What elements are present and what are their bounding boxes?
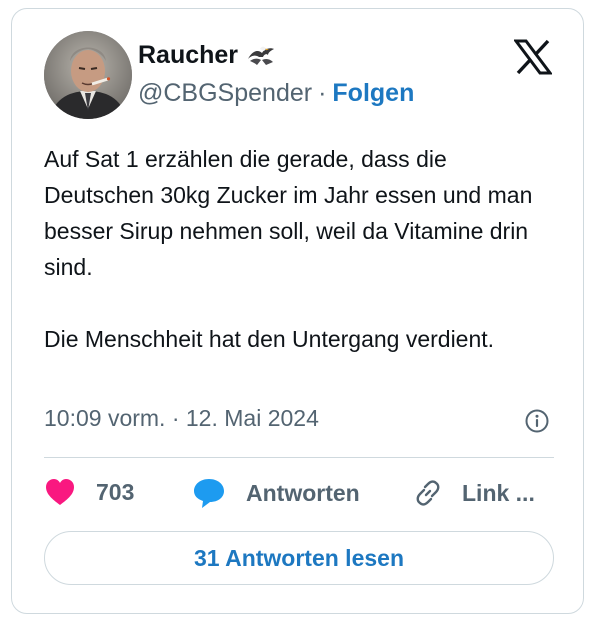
reply-bubble-icon bbox=[194, 479, 224, 508]
avatar-image bbox=[44, 31, 132, 119]
copy-link-button[interactable]: Link ... bbox=[412, 477, 535, 509]
like-button[interactable]: 703 bbox=[44, 477, 134, 507]
link-label: Link ... bbox=[462, 479, 535, 506]
read-replies-button[interactable]: 31 Antworten lesen bbox=[44, 531, 554, 585]
reply-button[interactable]: Antworten bbox=[192, 477, 360, 509]
like-count: 703 bbox=[96, 478, 135, 505]
tweet-card: Raucher @CBGSpender · Folgen Auf Sat 1 e… bbox=[11, 8, 584, 614]
eagle-emoji-icon bbox=[248, 46, 275, 65]
separator-dot: · bbox=[318, 79, 327, 107]
divider bbox=[44, 457, 554, 458]
x-logo-icon[interactable] bbox=[514, 39, 552, 75]
author-handle[interactable]: @CBGSpender bbox=[138, 79, 312, 108]
author-handle-row: @CBGSpender · Folgen bbox=[138, 79, 414, 108]
info-icon[interactable] bbox=[524, 408, 550, 434]
heart-icon bbox=[46, 479, 74, 505]
follow-button[interactable]: Folgen bbox=[332, 79, 414, 108]
tweet-text: Auf Sat 1 erzählen die gerade, dass die … bbox=[44, 146, 533, 352]
avatar[interactable] bbox=[44, 31, 132, 119]
link-icon bbox=[416, 480, 440, 506]
reply-label: Antworten bbox=[246, 479, 360, 506]
author-name[interactable]: Raucher bbox=[138, 41, 238, 70]
author-name-row: Raucher bbox=[138, 41, 276, 70]
tweet-timestamp[interactable]: 10:09 vorm. · 12. Mai 2024 bbox=[44, 405, 319, 432]
